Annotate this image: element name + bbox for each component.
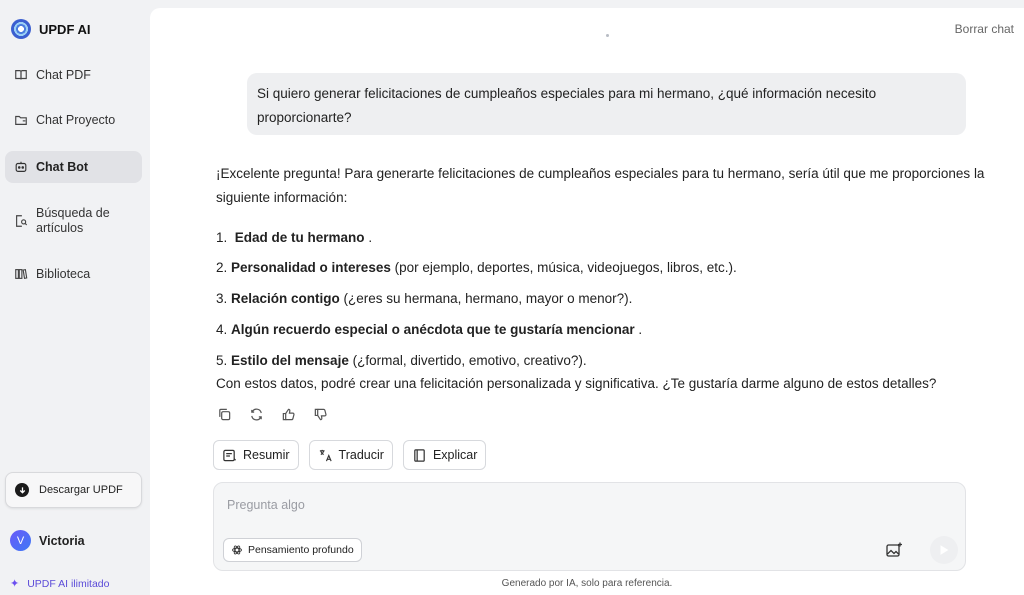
sidebar-item-chat-proyecto[interactable]: Chat Proyecto <box>5 108 142 132</box>
translate-button[interactable]: Traducir <box>308 440 393 470</box>
brand[interactable]: UPDF AI <box>11 18 91 40</box>
user-profile[interactable]: V Victoria <box>10 530 85 551</box>
sidebar-item-label: Búsqueda de artículos <box>36 206 110 235</box>
thumbs-down-icon[interactable] <box>312 406 328 422</box>
ai-disclaimer: Generado por IA, solo para referencia. <box>501 578 673 589</box>
chat-input[interactable] <box>227 498 927 512</box>
folder-icon <box>14 113 28 127</box>
clear-chat-button[interactable]: Borrar chat <box>955 22 1014 36</box>
answer-list-item: 1. Edad de tu hermano . <box>216 230 373 245</box>
updf-ai-logo-icon <box>11 19 31 39</box>
deep-think-toggle[interactable]: Pensamiento profundo <box>223 538 362 562</box>
quick-actions: Resumir Traducir Explicar <box>213 440 487 470</box>
user-message-bubble: Si quiero generar felicitaciones de cump… <box>247 73 966 135</box>
sidebar-item-label: Chat Proyecto <box>36 112 116 127</box>
translate-icon <box>319 449 332 461</box>
answer-intro: ¡Excelente pregunta! Para generarte feli… <box>216 166 985 205</box>
regenerate-icon[interactable] <box>248 406 264 422</box>
user-name: Victoria <box>39 533 85 548</box>
answer-list-item: 4. Algún recuerdo especial o anécdota qu… <box>216 322 643 337</box>
atom-icon <box>232 545 242 555</box>
assistant-answer: ¡Excelente pregunta! Para generarte feli… <box>216 162 986 391</box>
avatar: V <box>10 530 31 551</box>
sidebar-item-label: Biblioteca <box>36 266 91 281</box>
copy-icon[interactable] <box>216 406 232 422</box>
brand-name: UPDF AI <box>39 21 91 37</box>
answer-closing: Con estos datos, podré crear una felicit… <box>216 376 937 391</box>
send-button[interactable] <box>930 536 958 564</box>
library-icon <box>14 267 28 281</box>
sidebar: UPDF AI Chat PDF Chat Proyecto Chat Bot … <box>0 0 150 595</box>
loading-indicator <box>606 34 609 37</box>
plan-label: UPDF AI ilimitado <box>27 577 110 590</box>
answer-list-item: 2. Personalidad o intereses (por ejemplo… <box>216 260 737 275</box>
thumbs-up-icon[interactable] <box>280 406 296 422</box>
summarize-button[interactable]: Resumir <box>213 440 299 470</box>
answer-list-item: 5. Estilo del mensaje (¿formal, divertid… <box>216 353 587 368</box>
sidebar-item-biblioteca[interactable]: Biblioteca <box>5 262 142 286</box>
message-actions <box>216 406 328 422</box>
document-search-icon <box>14 214 28 228</box>
sidebar-item-label: Chat PDF <box>36 67 91 82</box>
chat-panel: Borrar chat Si quiero generar felicitaci… <box>150 8 1024 595</box>
sidebar-item-label: Chat Bot <box>36 159 89 174</box>
sidebar-item-busqueda-articulos[interactable]: Búsqueda de artículos <box>5 205 142 237</box>
explain-button[interactable]: Explicar <box>402 440 487 470</box>
download-updf-button[interactable]: Descargar UPDF <box>5 472 142 508</box>
download-icon <box>15 483 29 497</box>
image-upload-icon[interactable] <box>885 541 903 559</box>
plan-upgrade-link[interactable]: ✦ UPDF AI ilimitado <box>10 577 110 591</box>
download-label: Descargar UPDF <box>39 484 123 496</box>
answer-list-item: 3. Relación contigo (¿eres su hermana, h… <box>216 291 633 306</box>
sidebar-item-chat-pdf[interactable]: Chat PDF <box>5 63 142 87</box>
robot-icon <box>14 160 28 174</box>
book-icon <box>414 448 425 462</box>
sparkle-icon: ✦ <box>10 578 20 590</box>
send-icon <box>940 545 949 555</box>
book-open-icon <box>14 68 28 82</box>
sidebar-item-chat-bot[interactable]: Chat Bot <box>5 151 142 183</box>
summarize-icon <box>223 449 237 461</box>
chat-composer: Pensamiento profundo <box>213 482 966 571</box>
